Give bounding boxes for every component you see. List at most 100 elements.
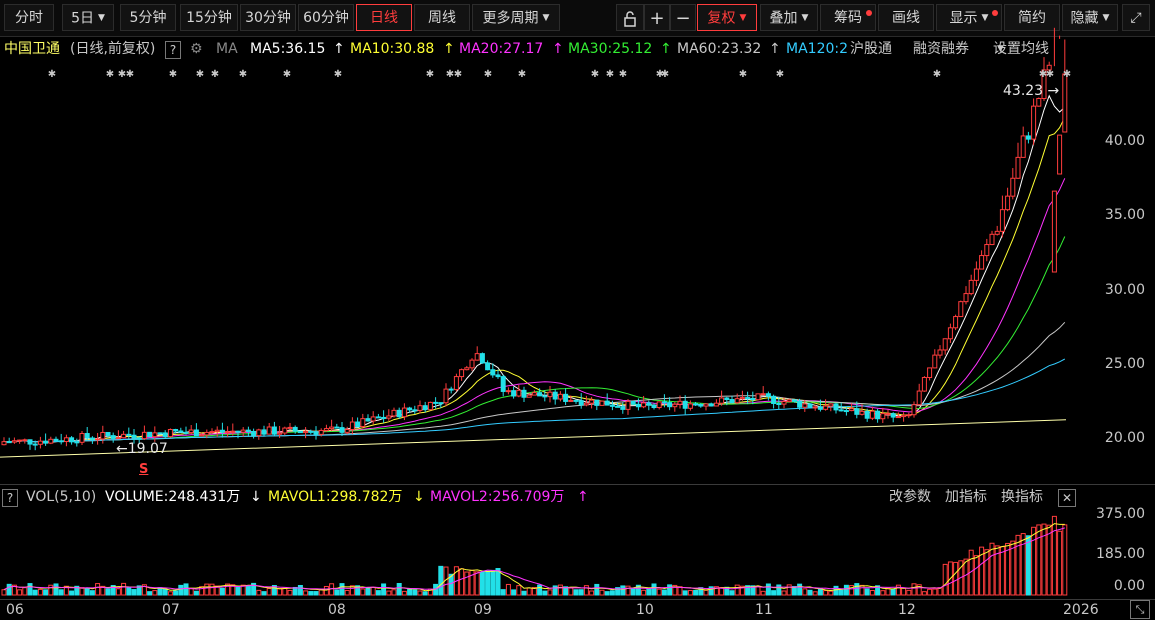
event-marker[interactable]: ✱ xyxy=(283,69,291,80)
event-marker[interactable]: ✱ xyxy=(169,69,177,80)
expand-x-icon[interactable]: ⤡ xyxy=(1130,600,1150,619)
candle-body xyxy=(329,426,335,430)
volume-bar-item xyxy=(370,586,376,596)
candle-body xyxy=(219,429,225,433)
candle-body xyxy=(32,443,38,446)
volume-bar-item xyxy=(869,589,875,596)
candle-body xyxy=(734,398,740,404)
candle-body xyxy=(277,432,283,435)
candle-body xyxy=(531,392,537,396)
event-marker[interactable]: ✱ xyxy=(619,69,627,80)
kline-chart[interactable]: ✱ ✱ ✱ ✱ ✱ ✱ ✱ ✱ ✱ ✱ ✱ ✱ ✱ ✱ ✱ ✱ ✱ ✱ ✱✱ ✱ ✱ ✱ ✱✱ ✱ xyxy=(0,0,1155,620)
candle-body xyxy=(817,406,823,410)
candle-body xyxy=(625,400,631,410)
volume-bar-item xyxy=(594,583,600,596)
volume-bar-item xyxy=(43,589,49,596)
volume-bar-item xyxy=(859,584,865,596)
help-icon[interactable]: ? xyxy=(2,489,18,507)
volume-bar-item xyxy=(53,583,59,596)
volume-bar-item xyxy=(318,589,324,596)
event-marker[interactable]: ✱ xyxy=(518,69,526,80)
event-marker[interactable]: ✱ xyxy=(454,69,462,80)
candle-body xyxy=(521,389,527,398)
event-marker[interactable]: ✱ xyxy=(196,69,204,80)
event-marker[interactable]: ✱ xyxy=(334,69,342,80)
switch-indicator-button[interactable]: 换指标 xyxy=(1001,485,1043,509)
candle-body xyxy=(781,401,787,405)
add-indicator-button[interactable]: 加指标 xyxy=(945,485,987,509)
candle-body xyxy=(79,433,85,443)
candle-body xyxy=(802,403,808,408)
volume-bar-item xyxy=(833,585,839,596)
candle-body xyxy=(490,369,496,376)
volume-bar-item xyxy=(209,583,215,596)
volume-bar-item xyxy=(505,583,511,596)
candle-body xyxy=(230,430,236,433)
volume-bar-item xyxy=(906,589,912,596)
volume-bar-item xyxy=(204,583,210,596)
volume-bar-item xyxy=(1057,530,1063,596)
candle-body xyxy=(37,440,43,445)
volume-bar-item xyxy=(48,584,54,596)
volume-bar-item xyxy=(490,569,496,596)
candle-body xyxy=(677,400,683,405)
event-marker[interactable]: ✱ xyxy=(661,69,669,80)
volume-bar-item xyxy=(115,588,121,596)
event-marker[interactable]: ✱ xyxy=(426,69,434,80)
candle-body xyxy=(427,401,433,411)
candle-body xyxy=(292,426,298,432)
candle-body xyxy=(901,414,907,418)
volume-bar-item xyxy=(807,589,813,596)
candle-body xyxy=(750,397,756,401)
event-marker[interactable]: ✱ xyxy=(606,69,614,80)
event-marker[interactable]: ✱ xyxy=(1046,69,1054,80)
candle-body xyxy=(391,409,397,417)
candle-body xyxy=(74,441,80,444)
candle-body xyxy=(355,421,361,428)
volume-arrow: ↓ xyxy=(250,489,262,505)
candle-body xyxy=(984,244,990,257)
candle-body xyxy=(131,434,137,439)
candle-body xyxy=(344,429,350,433)
volume-bar-item xyxy=(890,588,896,596)
event-marker[interactable]: ✱ xyxy=(126,69,134,80)
ma20-line xyxy=(3,178,1066,443)
candle-body xyxy=(875,410,881,420)
volume-bar-item xyxy=(261,591,267,596)
candle-body xyxy=(1025,135,1031,140)
candle-body xyxy=(542,395,548,398)
candle-body xyxy=(313,431,319,435)
volume-bar-item xyxy=(245,585,251,596)
close-icon[interactable]: ✕ xyxy=(1058,489,1076,507)
event-marker[interactable]: ✱ xyxy=(1063,69,1071,80)
candle-body xyxy=(53,438,59,442)
candle-body xyxy=(157,432,163,435)
candle-body xyxy=(1062,73,1068,133)
modify-params-button[interactable]: 改参数 xyxy=(889,485,931,509)
volume-bar-item xyxy=(973,555,979,596)
event-marker[interactable]: ✱ xyxy=(239,69,247,80)
volume-bar-item xyxy=(313,591,319,596)
event-marker[interactable]: ✱ xyxy=(776,69,784,80)
volume-bar-item xyxy=(911,583,917,596)
event-marker[interactable]: ✱ xyxy=(591,69,599,80)
event-marker[interactable]: ✱ xyxy=(211,69,219,80)
candle-body xyxy=(667,402,673,408)
event-marker[interactable]: ✱ xyxy=(933,69,941,80)
candle-body xyxy=(474,353,480,361)
event-marker[interactable]: ✱ xyxy=(739,69,747,80)
candle-body xyxy=(791,399,797,402)
candle-body xyxy=(407,407,413,411)
candle-body xyxy=(193,429,199,437)
volume-bar-item xyxy=(687,590,693,596)
volume-bar-item xyxy=(651,583,657,596)
mavol10-line xyxy=(3,527,1065,591)
event-marker[interactable]: ✱ xyxy=(48,69,56,80)
candle-body xyxy=(303,430,309,434)
volume-bar-item xyxy=(256,589,262,596)
candle-body xyxy=(245,429,251,432)
volume-bar-item xyxy=(760,590,766,596)
event-marker[interactable]: ✱ xyxy=(484,69,492,80)
event-marker[interactable]: ✱ xyxy=(106,69,114,80)
volume-bar-item xyxy=(776,584,782,596)
